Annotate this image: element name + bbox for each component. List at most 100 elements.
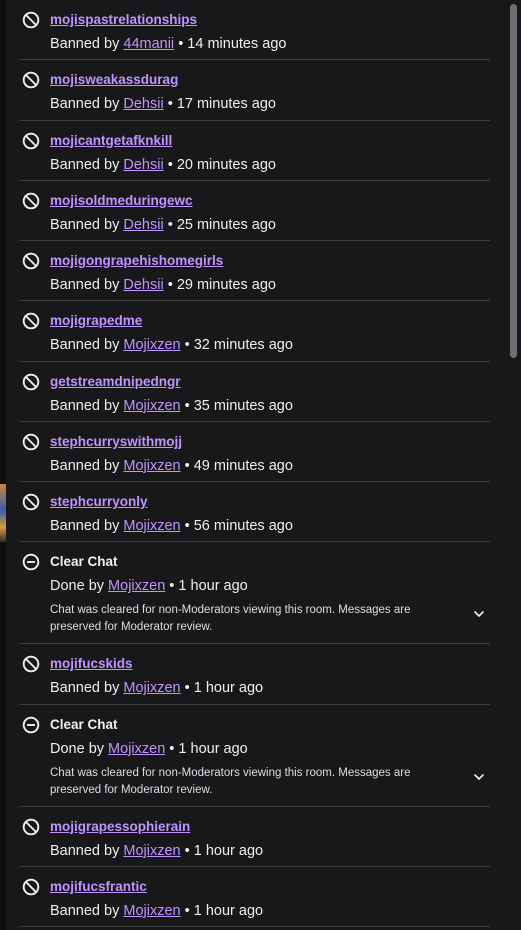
log-entry-ban: mojisweakassdurag Banned by Dehsii • 17 … [19,60,490,121]
separator-dot: • [184,337,190,354]
action-meta: Banned by Mojixzen • 1 hour ago [50,902,263,920]
banned-username-link[interactable]: mojigongrapehishomegirls [50,252,223,270]
moderation-log-list: mojispastrelationships Banned by 44manii… [19,0,490,927]
ban-icon [22,373,40,391]
action-label: Banned by [50,96,120,113]
moderator-link[interactable]: Mojixzen [123,337,180,353]
moderator-link[interactable]: Mojixzen [123,680,180,696]
separator-dot: • [178,36,184,52]
moderator-link[interactable]: Mojixzen [108,741,165,757]
action-title: Clear Chat [50,716,118,732]
moderator-link[interactable]: Dehsii [123,277,163,293]
action-label: Banned by [50,337,120,354]
banned-username-link[interactable]: mojispastrelationships [50,11,197,29]
separator-dot: • [167,156,173,173]
log-entry-ban: mojigrapedme Banned by Mojixzen • 32 min… [19,301,490,362]
moderator-link[interactable]: Mojixzen [123,398,180,414]
action-meta: Done by Mojixzen • 1 hour ago [50,740,248,758]
action-label: Banned by [50,842,120,859]
action-meta: Banned by Mojixzen • 1 hour ago [50,679,263,697]
log-entry-ban: mojigongrapehishomegirls Banned by Dehsi… [19,241,490,302]
action-label: Banned by [50,518,120,534]
action-meta: Banned by Mojixzen • 32 minutes ago [50,336,293,354]
timestamp: 29 minutes ago [176,277,276,293]
separator-dot: • [184,457,190,474]
timestamp: 25 minutes ago [176,216,276,233]
separator-dot: • [184,397,190,414]
ban-icon [22,433,40,451]
action-label: Banned by [50,457,120,474]
log-entry-ban: mojisoldmeduringewc Banned by Dehsii • 2… [19,181,490,241]
log-entry-ban: mojifucsfrantic Banned by Mojixzen • 1 h… [19,867,490,927]
banned-username-link[interactable]: mojigrapessophierain [50,818,190,836]
action-description: Chat was cleared for non-Moderators view… [50,766,411,796]
log-entry-ban: getstreamdnipedngr Banned by Mojixzen • … [19,362,490,422]
log-entry-ban: mojicantgetafknkill Banned by Dehsii • 2… [19,121,490,181]
banned-username-link[interactable]: mojisoldmeduringewc [50,192,193,210]
timestamp: 1 hour ago [178,578,248,595]
banned-username-link[interactable]: stephcurryswithmojj [50,433,182,451]
banned-username-link[interactable]: mojifucskids [50,655,133,673]
action-label: Done by [50,578,105,595]
ban-icon [22,192,40,210]
ban-icon [22,11,40,29]
separator-dot: • [169,578,175,595]
action-label: Banned by [50,902,120,919]
log-entry-ban: stephcurryonly Banned by Mojixzen • 56 m… [19,482,490,543]
action-description: Chat was cleared for non-Moderators view… [50,604,411,634]
moderator-link[interactable]: Mojixzen [123,903,180,919]
banned-username-link[interactable]: mojisweakassdurag [50,71,178,89]
action-label: Banned by [50,680,120,697]
banned-username-link[interactable]: mojicantgetafknkill [50,132,172,150]
log-entry-ban: mojifucskids Banned by Mojixzen • 1 hour… [19,644,490,705]
ban-icon [22,132,40,150]
banned-username-link[interactable]: mojigrapedme [50,312,142,330]
separator-dot: • [169,740,175,757]
timestamp: 56 minutes ago [193,518,293,534]
banned-username-link[interactable]: stephcurryonly [50,493,148,511]
log-entry-clear-chat: Clear Chat Done by Mojixzen • 1 hour ago… [19,705,490,807]
banned-username-link[interactable]: mojifucsfrantic [50,878,147,896]
moderator-link[interactable]: Dehsii [123,157,163,173]
separator-dot: • [184,680,190,697]
moderator-link[interactable]: Dehsii [123,217,163,233]
moderator-link[interactable]: Dehsii [123,96,163,112]
action-label: Banned by [50,216,120,233]
banned-username-link[interactable]: getstreamdnipedngr [50,373,181,391]
ban-icon [22,818,40,836]
action-meta: Banned by 44manii • 14 minutes ago [50,35,286,53]
ban-icon [22,878,40,896]
action-label: Banned by [50,397,120,414]
chevron-down-icon[interactable] [471,606,487,622]
action-title: Clear Chat [50,554,118,570]
action-meta: Banned by Dehsii • 29 minutes ago [50,276,276,294]
moderator-link[interactable]: 44manii [123,36,174,52]
timestamp: 20 minutes ago [176,156,276,173]
scrollbar-track[interactable] [507,0,521,930]
clear-chat-icon [22,716,40,734]
ban-icon [22,493,40,511]
ban-icon [22,312,40,330]
timestamp: 1 hour ago [193,902,264,919]
action-meta: Banned by Mojixzen • 1 hour ago [50,842,263,860]
timestamp: 14 minutes ago [187,36,287,52]
timestamp: 1 hour ago [193,680,264,697]
separator-dot: • [184,902,190,919]
timestamp: 32 minutes ago [193,337,293,354]
chevron-down-icon[interactable] [471,769,487,785]
ban-icon [22,252,40,270]
action-label: Done by [50,740,105,757]
log-entry-clear-chat: Clear Chat Done by Mojixzen • 1 hour ago… [19,542,490,645]
moderator-link[interactable]: Mojixzen [123,458,180,474]
moderator-link[interactable]: Mojixzen [108,578,165,594]
action-label: Banned by [50,277,120,293]
moderator-link[interactable]: Mojixzen [123,843,180,859]
action-meta: Banned by Mojixzen • 56 minutes ago [50,517,293,535]
action-meta: Banned by Dehsii • 17 minutes ago [50,95,276,113]
moderator-link[interactable]: Mojixzen [123,518,180,534]
ban-icon [22,71,40,89]
action-meta: Banned by Mojixzen • 35 minutes ago [50,397,293,415]
separator-dot: • [184,518,190,534]
scrollbar-thumb[interactable] [510,4,517,358]
log-entry-ban: stephcurryswithmojj Banned by Mojixzen •… [19,422,490,482]
